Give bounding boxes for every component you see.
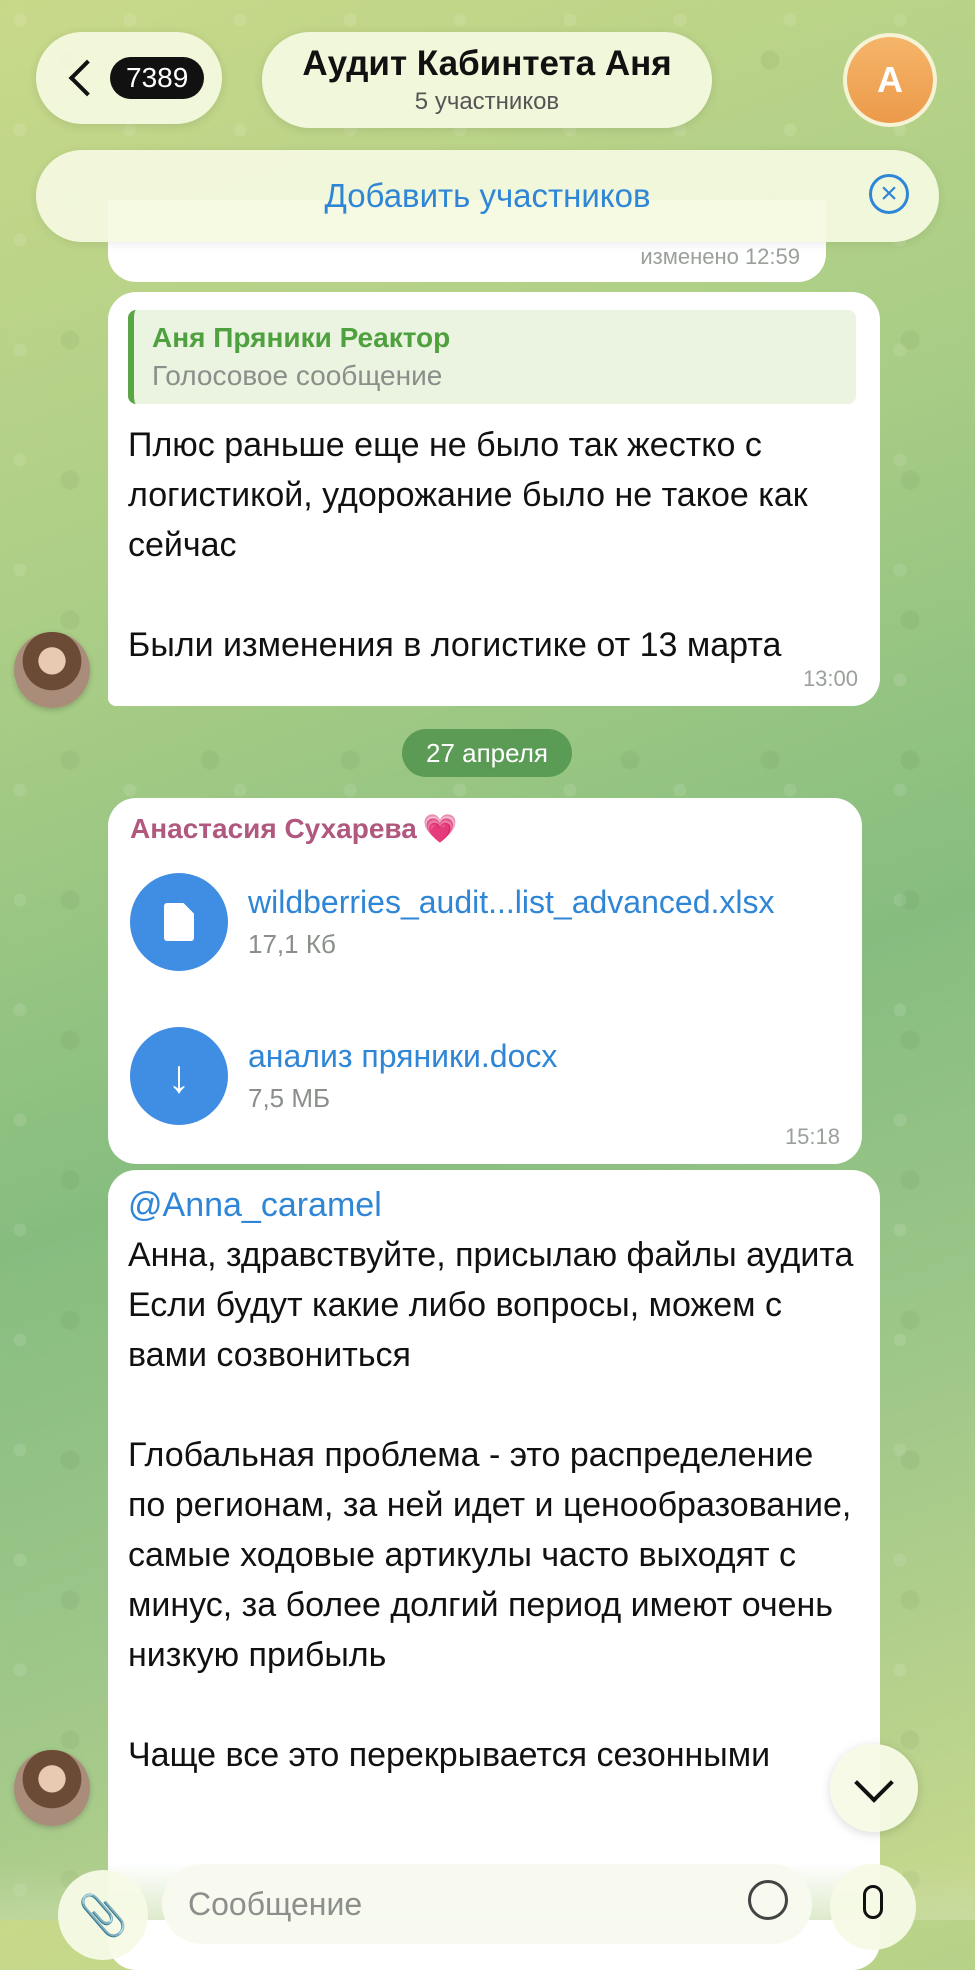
message-bubble-text[interactable]: @Anna_caramel Анна, здравствуйте, присыл… [108,1170,880,1970]
message-text: Плюс раньше еще не было так жестко с лог… [128,426,808,664]
chevron-left-icon [68,59,106,97]
file-name: wildberries_audit...list_advanced.xlsx [248,884,775,920]
sender-name-row: Анастасия Сухарева 💗 [130,812,840,845]
file-size: 17,1 Кб [248,929,336,959]
unread-count-badge: 7389 [110,57,205,99]
message-time: 15:18 [784,1124,840,1149]
reply-author: Аня Пряники Реактор [152,322,451,353]
back-button[interactable]: 7389 [36,32,222,124]
mention-link[interactable]: @Anna_caramel [128,1180,856,1230]
reply-kind: Голосовое сообщение [152,360,443,391]
microphone-icon [863,1885,883,1919]
document-icon[interactable] [130,873,228,971]
message-time: изменено 12:59 [640,244,800,269]
file-attachment[interactable]: ↓ анализ пряники.docx 7,5 МБ [130,1027,840,1125]
add-members-bar[interactable]: Добавить участников × [36,150,939,242]
microphone-button[interactable] [830,1864,916,1950]
message-bubble-reply[interactable]: Аня Пряники Реактор Голосовое сообщение … [108,292,880,706]
message-input[interactable] [162,1864,812,1944]
heart-icon: 💗 [422,813,458,844]
sticker-icon[interactable] [748,1880,788,1920]
chat-header[interactable]: Аудит Кабинтета Аня 5 участников [262,32,712,128]
chevron-down-icon [854,1763,894,1803]
scroll-to-bottom-button[interactable] [830,1744,918,1832]
message-text: Анна, здравствуйте, присылаю файлы аудит… [128,1236,854,1774]
sender-avatar[interactable] [14,1750,90,1826]
date-separator: 27 апреля [402,729,572,777]
add-members-label: Добавить участников [324,177,651,214]
download-icon[interactable]: ↓ [130,1027,228,1125]
file-size: 7,5 МБ [248,1083,331,1113]
chat-member-count: 5 участников [414,88,560,115]
close-icon[interactable]: × [869,174,909,214]
sender-avatar[interactable] [14,632,90,708]
attach-icon[interactable]: 📎 [58,1870,148,1960]
message-time: 13:00 [802,666,858,691]
chat-title: Аудит Кабинтета Аня [302,44,672,83]
message-bubble-files[interactable]: Анастасия Сухарева 💗 wildberries_audit...… [108,798,862,1164]
file-name: анализ пряники.docx [248,1038,558,1074]
reply-quote[interactable]: Аня Пряники Реактор Голосовое сообщение [128,310,856,404]
file-attachment[interactable]: wildberries_audit...list_advanced.xlsx 1… [130,873,840,971]
sender-name[interactable]: Анастасия Сухарева [130,813,417,844]
chat-avatar[interactable]: А [843,33,937,127]
